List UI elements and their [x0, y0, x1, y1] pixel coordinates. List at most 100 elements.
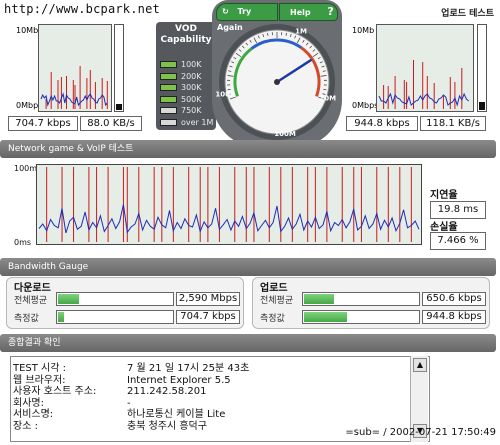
speed-gauge: ↻ Try Again Help ? 100k 1M 10M 100M — [212, 0, 342, 148]
vod-row: 500K — [160, 95, 214, 105]
network-y-bottom: 0ms — [14, 238, 32, 247]
bandwidth-section-header: Bandwidth Gauge — [0, 258, 496, 276]
upload-avg-fill — [304, 294, 335, 304]
vod-led — [160, 107, 177, 114]
download-meas-label: 측정값 — [14, 314, 39, 324]
download-meas-value: 704.7 kbps — [176, 310, 240, 324]
result-key: 회사명: — [13, 397, 44, 409]
result-key: TEST 시각 : — [13, 363, 67, 374]
download-meas-fill — [58, 312, 64, 322]
gauge-tick — [322, 70, 326, 72]
results-section-header: 종합결과 확인 — [0, 334, 496, 352]
upload-avg-bar — [302, 292, 420, 306]
result-row: 사용자 호스트 주소: 211.242.58.201 — [11, 386, 429, 398]
gauge-tick — [322, 93, 326, 95]
result-key: 사용자 호스트 주소: — [13, 386, 97, 397]
gauge-scale-label: 10M — [319, 94, 336, 102]
refresh-icon: ↻ — [222, 7, 229, 16]
upload-mini-chart — [376, 24, 474, 112]
help-button[interactable]: Help ? — [279, 3, 338, 21]
gauge-tick — [317, 57, 321, 60]
upload-avg-value: 650.6 kbps — [422, 292, 486, 306]
gauge-tick — [320, 75, 327, 77]
download-y-top: 10Mb — [16, 26, 39, 35]
download-avg-bar — [56, 292, 174, 306]
gauge-arc — [233, 47, 253, 97]
try-again-button[interactable]: ↻ Try Again — [216, 3, 278, 32]
download-mini-chart — [38, 24, 112, 112]
vod-row-label: 100K — [181, 60, 202, 69]
vod-row: over 1M — [160, 118, 214, 128]
gauge-tick — [267, 32, 269, 36]
download-avg-value: 2,590 Mbps — [176, 292, 240, 306]
result-row: 회사명: - — [11, 398, 429, 410]
result-row: 서비스명: 하나로통신 케이블 Lite — [11, 409, 429, 421]
loss-title: 손실율 — [430, 222, 458, 233]
result-key: 웹 브라우저: — [13, 374, 66, 386]
gauge-tick — [233, 57, 237, 60]
gauge-tick — [238, 49, 242, 52]
download-bandwidth-title: 다운로드 — [14, 283, 51, 294]
vod-row-label: 300K — [181, 83, 202, 92]
result-value: - — [127, 397, 131, 409]
footer-signature: =sub= / 2002-07-21 17:50:49 — [345, 427, 496, 438]
help-icon: ? — [327, 5, 334, 18]
gauge-tick — [228, 70, 232, 72]
upload-bandwidth-title: 업로드 — [260, 283, 288, 294]
upload-meas-label: 측정값 — [260, 314, 285, 324]
gauge-tick — [312, 53, 319, 58]
upload-bytes-box: 118.1 KB/s — [420, 116, 486, 131]
gauge-tick — [318, 96, 325, 100]
vod-led — [160, 61, 177, 68]
gauge-tick — [290, 33, 292, 38]
gauge-tick — [302, 39, 305, 43]
gauge-scale-label: 100k — [215, 91, 235, 99]
gauge-rim — [219, 24, 335, 140]
gauge-scale-label: 100M — [274, 130, 296, 138]
result-value: 충북 청주시 흥덕구 — [127, 420, 207, 432]
upload-meas-bar — [302, 310, 420, 324]
latency-chart — [36, 164, 422, 245]
result-key: 서비스명: — [13, 409, 54, 420]
gauge-arc — [250, 38, 303, 50]
latency-value: 19.8 ms — [430, 201, 486, 219]
download-meas-bar — [56, 310, 174, 324]
gauge-tick — [319, 61, 323, 64]
result-key: 장소 : — [13, 420, 38, 432]
vod-led — [160, 72, 177, 80]
download-level-fill — [116, 103, 122, 110]
gauge-tick — [253, 37, 257, 44]
upload-avg-label: 전체평균 — [260, 296, 294, 306]
upload-speed-box: 944.8 kbps — [346, 116, 418, 131]
result-row: TEST 시각 : 7 월 21 일 17시 25분 43초 — [11, 363, 429, 375]
scroll-up-icon[interactable]: ▲ — [413, 358, 427, 372]
vod-capability-panel: VOD Capability 100K 200K 300K 500K 750K over … — [156, 22, 216, 130]
upload-meas-value: 944.8 kbps — [422, 310, 486, 324]
upload-y-bottom: 0Mbps — [352, 101, 379, 110]
gauge-tick — [262, 33, 264, 38]
upload-level-fill — [479, 102, 485, 110]
gauge-tick — [312, 49, 316, 52]
result-row: 웹 브라우저: Internet Explorer 5.5 — [11, 375, 429, 387]
loss-value: 7.466 % — [430, 232, 486, 250]
gauge-scale-label: 1M — [295, 28, 307, 36]
gauge-tick — [305, 42, 309, 46]
gauge-tick — [235, 53, 242, 58]
gauge-tick — [309, 45, 312, 49]
gauge-hub — [274, 79, 280, 85]
result-value: Internet Explorer 5.5 — [127, 374, 231, 386]
gauge-tick — [227, 75, 234, 77]
latency-title: 지연율 — [430, 190, 458, 201]
watermark-text: http://www.bcpark.net — [4, 2, 160, 16]
vod-row-label: 750K — [181, 106, 202, 115]
gauge-tick — [297, 37, 301, 44]
gauge-tick — [321, 65, 325, 68]
gauge-tick — [245, 42, 249, 46]
vod-row: 300K — [160, 83, 214, 93]
latency-line — [38, 204, 420, 234]
vod-led — [160, 95, 177, 103]
vod-row: 750K — [160, 106, 214, 116]
download-avg-fill — [58, 294, 79, 304]
download-speed-box: 704.7 kbps — [8, 116, 78, 131]
vod-row-label: over 1M — [181, 117, 214, 127]
